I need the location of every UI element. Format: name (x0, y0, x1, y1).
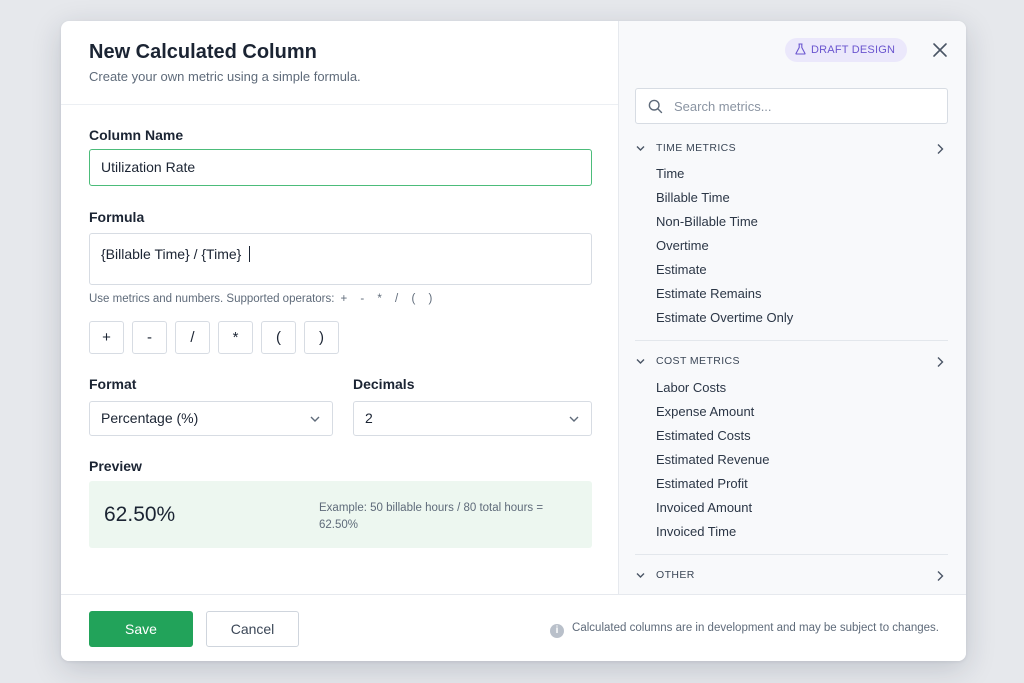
chevron-down-icon (636, 573, 645, 578)
development-notice: i Calculated columns are in development a… (550, 622, 939, 638)
flask-icon (795, 43, 806, 55)
metric-item-non-billable-time[interactable]: Non-Billable Time (656, 214, 758, 229)
group-title-other: OTHER (656, 569, 695, 581)
format-label: Format (89, 376, 137, 392)
metric-item-expense-amount[interactable]: Expense Amount (656, 404, 754, 419)
preview-panel: 62.50% Example: 50 billable hours / 80 t… (89, 481, 592, 548)
decimals-select-value: 2 (365, 410, 373, 426)
metric-item-estimate-remains[interactable]: Estimate Remains (656, 286, 761, 301)
chevron-down-icon (310, 416, 320, 422)
metrics-panel: DRAFT DESIGN TIME METRICS Time Billable … (618, 21, 966, 594)
form-panel: New Calculated Column Create your own me… (61, 21, 618, 594)
operator-divide-button[interactable]: / (175, 321, 210, 354)
group-title-time-metrics: TIME METRICS (656, 142, 737, 154)
search-icon (648, 99, 663, 114)
save-button[interactable]: Save (89, 611, 193, 647)
group-header-other[interactable]: OTHER (635, 566, 948, 586)
metric-item-estimate[interactable]: Estimate (656, 262, 707, 277)
decimals-select[interactable]: 2 (353, 401, 592, 436)
group-header-time-metrics[interactable]: TIME METRICS (635, 139, 948, 159)
cancel-button[interactable]: Cancel (206, 611, 299, 647)
operator-plus-button[interactable]: + (89, 321, 124, 354)
chevron-right-icon (937, 357, 944, 367)
metric-item-billable-time[interactable]: Billable Time (656, 190, 730, 205)
metric-search-input[interactable] (674, 96, 934, 116)
group-title-cost-metrics: COST METRICS (656, 355, 740, 367)
development-notice-text: Calculated columns are in development an… (572, 622, 939, 634)
dialog-title: New Calculated Column (89, 41, 317, 63)
chevron-right-icon (937, 571, 944, 581)
metric-item-labor-costs[interactable]: Labor Costs (656, 380, 726, 395)
dialog-header: New Calculated Column Create your own me… (61, 21, 618, 105)
operator-multiply-button[interactable]: * (218, 321, 253, 354)
draft-design-badge: DRAFT DESIGN (785, 38, 908, 62)
group-divider (635, 340, 948, 341)
metric-item-overtime[interactable]: Overtime (656, 238, 709, 253)
metric-item-estimated-costs[interactable]: Estimated Costs (656, 428, 751, 443)
chevron-down-icon (569, 416, 579, 422)
group-divider (635, 554, 948, 555)
text-caret (249, 246, 251, 262)
metric-item-estimated-revenue[interactable]: Estimated Revenue (656, 452, 769, 467)
metric-item-time[interactable]: Time (656, 166, 684, 181)
chevron-down-icon (636, 146, 645, 151)
formula-text: {Billable Time} / {Time} (101, 246, 242, 262)
formula-hint-text: Use metrics and numbers. Supported opera… (89, 293, 335, 305)
chevron-down-icon (636, 359, 645, 364)
formula-hint-operators: + - * / ( ) (340, 293, 433, 305)
chevron-right-icon (937, 144, 944, 154)
group-header-cost-metrics[interactable]: COST METRICS (635, 352, 948, 372)
info-icon: i (550, 624, 565, 638)
format-select[interactable]: Percentage (%) (89, 401, 333, 436)
preview-value: 62.50% (104, 503, 176, 526)
dialog-subtitle: Create your own metric using a simple fo… (89, 69, 361, 84)
draft-design-badge-text: DRAFT DESIGN (811, 44, 896, 56)
metric-item-estimate-overtime-only[interactable]: Estimate Overtime Only (656, 310, 793, 325)
metric-item-invoiced-time[interactable]: Invoiced Time (656, 524, 736, 539)
preview-example: Example: 50 billable hours / 80 total ho… (319, 502, 544, 531)
formula-label: Formula (89, 209, 145, 225)
metric-item-invoiced-amount[interactable]: Invoiced Amount (656, 500, 752, 515)
decimals-label: Decimals (353, 376, 415, 392)
operator-close-paren-button[interactable]: ) (304, 321, 339, 354)
metric-item-estimated-profit[interactable]: Estimated Profit (656, 476, 748, 491)
operator-open-paren-button[interactable]: ( (261, 321, 296, 354)
formula-input[interactable]: {Billable Time} / {Time} (89, 233, 592, 285)
metric-search[interactable] (635, 88, 948, 124)
preview-label: Preview (89, 458, 142, 474)
operator-minus-button[interactable]: - (132, 321, 167, 354)
format-select-value: Percentage (%) (101, 410, 199, 426)
calculated-column-dialog: New Calculated Column Create your own me… (61, 21, 966, 661)
dialog-footer: Save Cancel i Calculated columns are in d… (61, 594, 966, 661)
close-icon[interactable] (931, 41, 949, 59)
column-name-input[interactable]: Utilization Rate (89, 149, 592, 186)
column-name-label: Column Name (89, 127, 184, 143)
formula-hint: Use metrics and numbers. Supported opera… (89, 293, 432, 305)
